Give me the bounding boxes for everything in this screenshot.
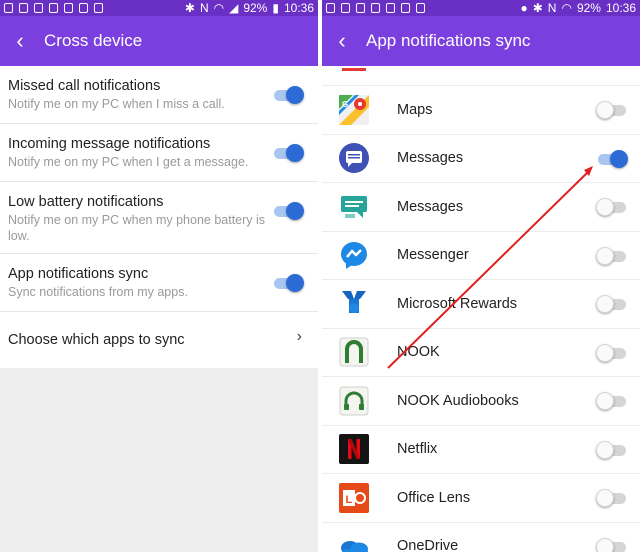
app-row-messages[interactable]: Messages [322,135,640,183]
rewards-medal-icon [338,288,370,320]
wifi-icon: ◠ [561,1,572,15]
onedrive-toggle[interactable] [596,537,628,552]
nook-audiobooks-toggle[interactable] [596,391,628,411]
app-label: Netflix [397,441,438,458]
notification-icons [4,3,103,13]
signal-icon: ◢ [229,1,239,15]
netflix-toggle[interactable] [596,440,628,460]
nook-audiobooks-icon [338,385,370,417]
chevron-right-icon: › [296,328,302,345]
app-label: Messages [397,150,464,167]
app-bar: ‹ Cross device [0,16,318,66]
app-row-office-lens[interactable]: L Office Lens [322,474,640,523]
page-title: Cross device [44,31,143,50]
app-list: G Maps Messages Messages Messenger Micro… [322,66,640,552]
page-title: App notifications sync [366,31,531,50]
battery-percent: 92% [576,1,601,15]
app-row-maps[interactable]: G Maps [322,86,640,135]
app-label: OneDrive [397,538,459,552]
nfc-icon: N [547,1,557,15]
app-notifications-sync-screen: ● ✱ N ◠ 92% 10:36 ‹ App notifications sy… [322,0,640,552]
app-row-microsoft-rewards[interactable]: Microsoft Rewards [322,280,640,329]
setting-missed-call[interactable]: Missed call notifications Notify me on m… [0,66,318,124]
office-lens-icon: L [338,482,370,514]
google-maps-icon: G [338,94,370,126]
bluetooth-icon: ✱ [184,1,195,15]
status-bar: ✱ N ◠ ◢ 92% ▮ 10:36 [0,0,318,16]
nook-icon [338,336,370,368]
setting-title: App notifications sync [8,266,149,282]
cross-device-screen: ✱ N ◠ ◢ 92% ▮ 10:36 ‹ Cross device Misse… [0,0,318,552]
clock: 10:36 [283,1,314,15]
app-label: Maps [397,101,433,118]
office-lens-toggle[interactable] [596,488,628,508]
incoming-message-toggle[interactable] [272,143,304,163]
app-notifications-sync-toggle[interactable] [272,273,304,293]
maps-toggle[interactable] [596,100,628,120]
location-icon: ● [520,1,528,15]
app-row-messenger[interactable]: Messenger [322,232,640,280]
back-arrow-icon[interactable]: ‹ [322,28,362,54]
empty-area [0,368,318,552]
status-bar: ● ✱ N ◠ 92% 10:36 [322,0,640,16]
setting-title: Low battery notifications [8,194,164,210]
setting-subtitle: Notify me on my PC when my phone battery… [8,213,266,243]
messages-toggle[interactable] [596,149,628,169]
app-label: NOOK Audiobooks [397,392,519,409]
setting-incoming-message[interactable]: Incoming message notifications Notify me… [0,124,318,182]
app-label: NOOK [397,344,440,361]
list-item [322,66,640,86]
setting-subtitle: Notify me on my PC when I miss a call. [8,97,225,111]
notification-icons [326,3,425,13]
setting-app-notifications-sync[interactable]: App notifications sync Sync notification… [0,254,318,312]
setting-subtitle: Notify me on my PC when I get a message. [8,155,249,169]
app-label: Office Lens [397,489,471,506]
bluetooth-icon: ✱ [532,1,543,15]
nook-toggle[interactable] [596,343,628,363]
svg-text:G: G [342,100,348,109]
setting-title: Incoming message notifications [8,136,211,152]
messages-2-toggle[interactable] [596,197,628,217]
app-row-nook-audiobooks[interactable]: NOOK Audiobooks [322,377,640,426]
clock: 10:36 [605,1,636,15]
app-label: Messenger [397,247,469,264]
app-row-netflix[interactable]: Netflix [322,426,640,474]
app-label: Messages [397,198,464,215]
netflix-icon [338,433,370,465]
app-row-onedrive[interactable]: OneDrive [322,523,640,552]
app-bar: ‹ App notifications sync [322,16,640,66]
onedrive-icon [338,530,370,552]
choose-apps-label: Choose which apps to sync [8,332,185,348]
choose-apps-row[interactable]: Choose which apps to sync › [0,312,318,368]
app-row-messages-2[interactable]: Messages [322,183,640,232]
setting-title: Missed call notifications [8,78,161,94]
messenger-icon [338,239,370,271]
missed-call-toggle[interactable] [272,85,304,105]
app-label: Microsoft Rewards [397,295,518,312]
wifi-icon: ◠ [213,1,225,15]
setting-subtitle: Sync notifications from my apps. [8,285,188,299]
back-arrow-icon[interactable]: ‹ [0,28,40,54]
microsoft-rewards-toggle[interactable] [596,294,628,314]
battery-icon: ▮ [272,1,279,15]
app-row-nook[interactable]: NOOK [322,329,640,377]
nfc-icon: N [199,1,209,15]
messenger-toggle[interactable] [596,246,628,266]
messages-icon [338,142,370,174]
setting-low-battery[interactable]: Low battery notifications Notify me on m… [0,182,318,254]
svg-text:L: L [346,494,353,506]
chat-messages-icon [338,191,370,223]
low-battery-toggle[interactable] [272,201,304,221]
battery-percent: 92% [243,1,268,15]
partial-app-icon [342,68,366,71]
